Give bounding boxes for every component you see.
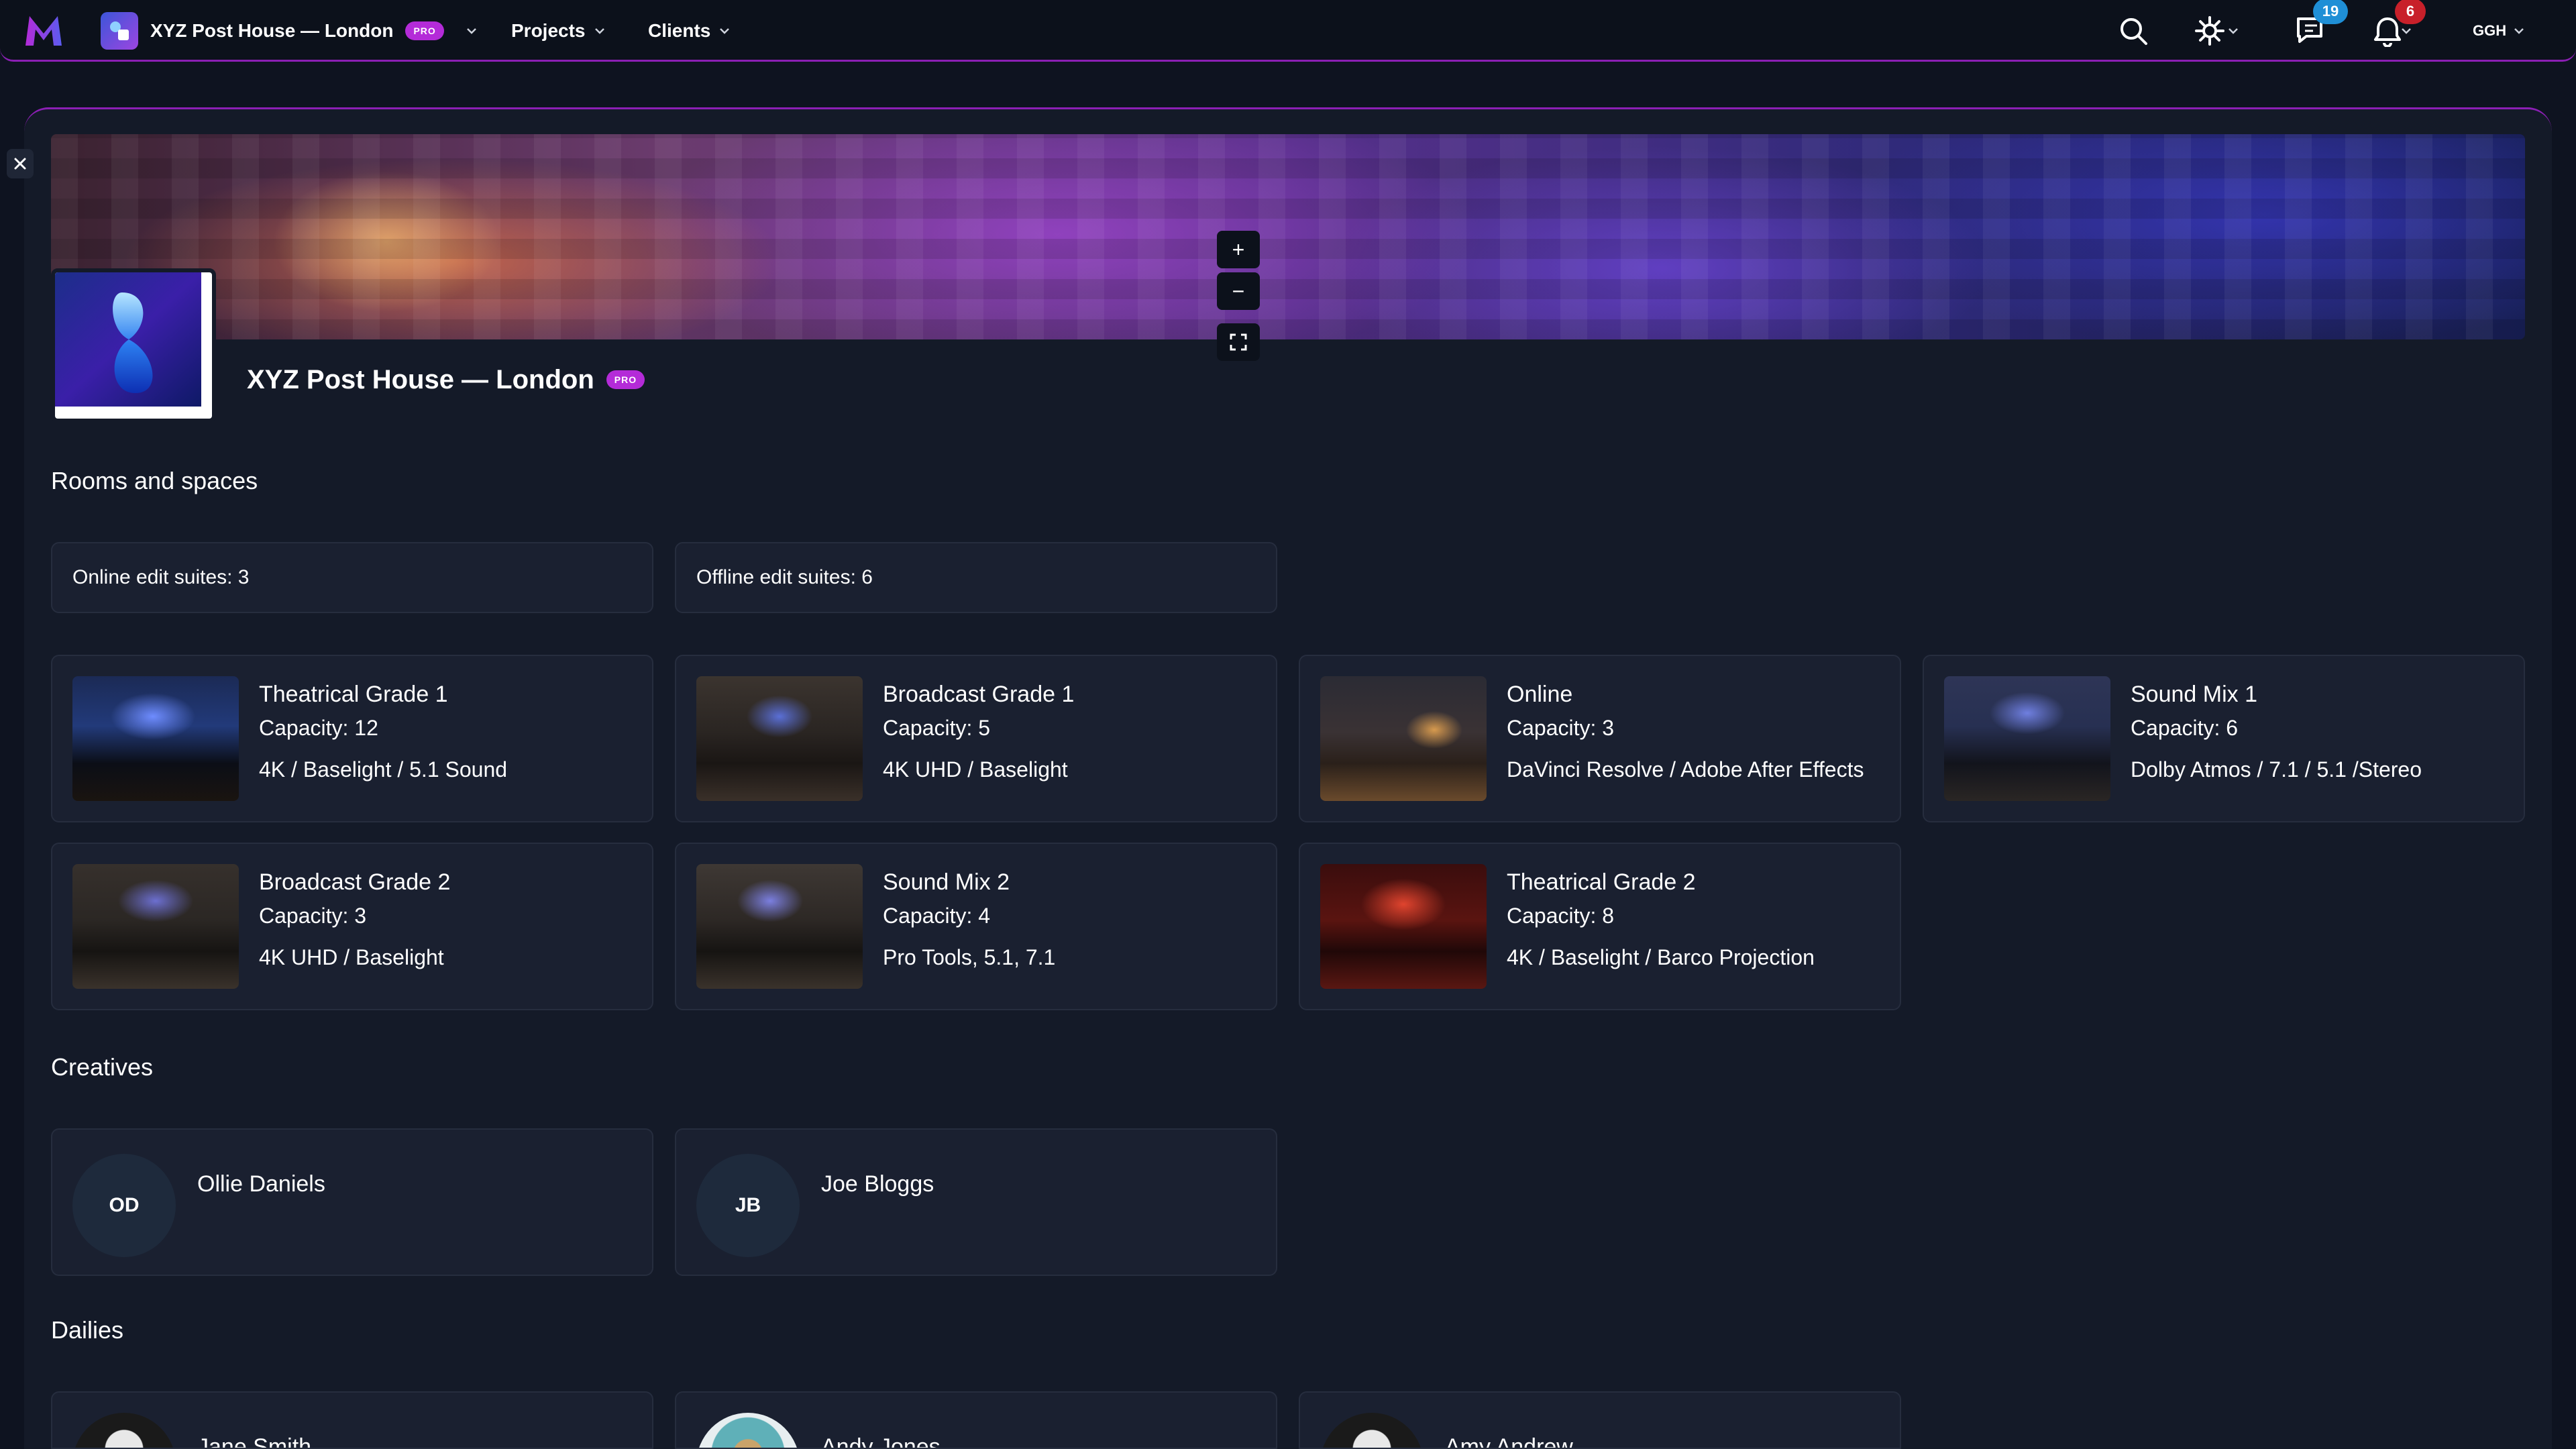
room-spec: Dolby Atmos / 7.1 / 5.1 /Stereo xyxy=(2131,757,2422,782)
room-thumbnail xyxy=(696,864,863,989)
avatar xyxy=(72,1413,176,1448)
room-card[interactable]: Sound Mix 2 Capacity: 4 Pro Tools, 5.1, … xyxy=(675,843,1277,1010)
plus-icon: + xyxy=(1232,237,1245,262)
creative-name: Joe Bloggs xyxy=(821,1171,934,1197)
avatar xyxy=(1320,1413,1424,1448)
room-card[interactable]: Theatrical Grade 2 Capacity: 8 4K / Base… xyxy=(1299,843,1901,1010)
chevron-down-icon xyxy=(466,28,476,34)
messages-count-badge: 19 xyxy=(2313,0,2348,24)
clients-menu-label: Clients xyxy=(648,20,711,41)
dailies-card[interactable]: Andy Jones xyxy=(675,1391,1277,1449)
chevron-down-icon xyxy=(2229,28,2238,34)
settings-button[interactable] xyxy=(2194,11,2250,51)
room-thumbnail xyxy=(72,676,239,801)
room-spec: 4K / Baselight / Barco Projection xyxy=(1507,945,1815,969)
dailies-person-name: Jane Smith xyxy=(197,1434,312,1449)
room-name: Theatrical Grade 1 xyxy=(259,682,448,707)
org-logo-icon xyxy=(110,21,129,40)
top-navbar: XYZ Post House — London PRO Projects Cli… xyxy=(0,0,2576,62)
room-thumbnail xyxy=(696,676,863,801)
chevron-down-icon xyxy=(2514,28,2524,34)
room-card[interactable]: Sound Mix 1 Capacity: 6 Dolby Atmos / 7.… xyxy=(1923,655,2525,822)
dailies-section-title: Dailies xyxy=(51,1316,124,1344)
room-name: Sound Mix 2 xyxy=(883,869,1010,895)
creatives-section-title: Creatives xyxy=(51,1053,154,1081)
projects-menu[interactable]: Projects xyxy=(511,13,607,48)
messages-button[interactable]: 19 xyxy=(2294,0,2348,51)
creative-name: Ollie Daniels xyxy=(197,1171,325,1197)
room-capacity: Capacity: 3 xyxy=(259,904,367,928)
offline-suites-stat: Offline edit suites: 6 xyxy=(675,542,1277,613)
clients-menu[interactable]: Clients xyxy=(648,13,732,48)
search-button[interactable] xyxy=(2113,11,2153,51)
org-profile-image xyxy=(51,268,216,423)
online-suites-stat: Online edit suites: 3 xyxy=(51,542,653,613)
chevron-down-icon xyxy=(720,28,730,34)
avatar: OD xyxy=(72,1154,176,1257)
room-card[interactable]: Theatrical Grade 1 Capacity: 12 4K / Bas… xyxy=(51,655,653,822)
room-card[interactable]: Broadcast Grade 1 Capacity: 5 4K UHD / B… xyxy=(675,655,1277,822)
fullscreen-button[interactable] xyxy=(1217,323,1260,361)
rooms-section-title: Rooms and spaces xyxy=(51,467,258,494)
org-switcher[interactable]: XYZ Post House — London PRO xyxy=(101,12,479,50)
dailies-card[interactable]: Amy Andrew xyxy=(1299,1391,1901,1449)
creative-card[interactable]: OD Ollie Daniels xyxy=(51,1128,653,1276)
minus-icon: − xyxy=(1232,278,1245,303)
chevron-down-icon xyxy=(594,28,604,34)
gear-icon xyxy=(2195,16,2224,46)
app-logo-icon[interactable] xyxy=(23,13,64,48)
dailies-person-name: Andy Jones xyxy=(821,1434,941,1449)
org-name: XYZ Post House — London xyxy=(150,20,394,41)
notifications-count-badge: 6 xyxy=(2395,0,2426,24)
org-profile-title: XYZ Post House — London PRO xyxy=(247,362,645,397)
room-thumbnail xyxy=(1944,676,2110,801)
room-capacity: Capacity: 3 xyxy=(1507,716,1615,740)
room-capacity: Capacity: 8 xyxy=(1507,904,1615,928)
close-icon xyxy=(14,158,26,170)
avatar xyxy=(696,1413,800,1448)
avatar: JB xyxy=(696,1154,800,1257)
org-avatar xyxy=(101,12,138,50)
org-profile-name: XYZ Post House — London xyxy=(247,364,594,394)
room-capacity: Capacity: 12 xyxy=(259,716,378,740)
room-card[interactable]: Broadcast Grade 2 Capacity: 3 4K UHD / B… xyxy=(51,843,653,1010)
room-name: Online xyxy=(1507,682,1573,707)
dailies-person-name: Amy Andrew xyxy=(1445,1434,1573,1449)
user-menu[interactable]: GGH xyxy=(2473,11,2532,51)
pro-badge: PRO xyxy=(405,21,444,40)
projects-menu-label: Projects xyxy=(511,20,586,41)
zoom-in-button[interactable]: + xyxy=(1217,231,1260,268)
room-name: Broadcast Grade 2 xyxy=(259,869,451,895)
room-name: Broadcast Grade 1 xyxy=(883,682,1075,707)
org-logo-image xyxy=(55,272,201,407)
room-name: Sound Mix 1 xyxy=(2131,682,2257,707)
dailies-card[interactable]: Jane Smith xyxy=(51,1391,653,1449)
room-spec: DaVinci Resolve / Adobe After Effects xyxy=(1507,757,1864,782)
creative-card[interactable]: JB Joe Bloggs xyxy=(675,1128,1277,1276)
room-card[interactable]: Online Capacity: 3 DaVinci Resolve / Ado… xyxy=(1299,655,1901,822)
room-spec: 4K / Baselight / 5.1 Sound xyxy=(259,757,508,782)
room-thumbnail xyxy=(1320,676,1487,801)
user-initials: GGH xyxy=(2473,22,2507,39)
room-thumbnail xyxy=(72,864,239,989)
room-capacity: Capacity: 5 xyxy=(883,716,991,740)
fullscreen-icon xyxy=(1230,333,1247,351)
room-thumbnail xyxy=(1320,864,1487,989)
room-spec: 4K UHD / Baselight xyxy=(883,757,1068,782)
cover-banner-image xyxy=(51,134,2525,339)
room-spec: 4K UHD / Baselight xyxy=(259,945,444,969)
search-icon xyxy=(2121,18,2147,45)
room-spec: Pro Tools, 5.1, 7.1 xyxy=(883,945,1056,969)
pro-badge: PRO xyxy=(606,370,645,389)
notifications-button[interactable]: 6 xyxy=(2372,0,2426,51)
room-name: Theatrical Grade 2 xyxy=(1507,869,1696,895)
close-panel-button[interactable] xyxy=(7,149,34,178)
chevron-down-icon xyxy=(2402,28,2411,34)
zoom-out-button[interactable]: − xyxy=(1217,272,1260,310)
room-capacity: Capacity: 6 xyxy=(2131,716,2239,740)
room-capacity: Capacity: 4 xyxy=(883,904,991,928)
